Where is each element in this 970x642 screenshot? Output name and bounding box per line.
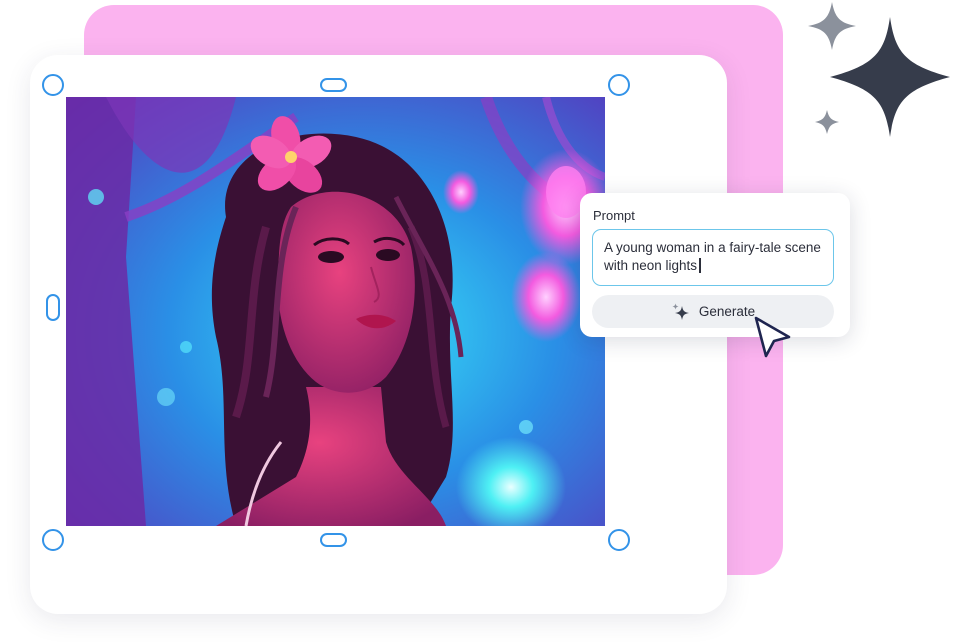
prompt-input-text: A young woman in a fairy-tale scene with…: [604, 240, 821, 273]
sparkles-decoration: [808, 2, 950, 137]
text-caret: [699, 258, 701, 273]
resize-handle-bottom[interactable]: [320, 533, 347, 547]
resize-handle-top[interactable]: [320, 78, 347, 92]
generate-button[interactable]: Generate: [592, 295, 834, 328]
sparkle-icon: [672, 303, 689, 320]
prompt-input[interactable]: A young woman in a fairy-tale scene with…: [592, 229, 834, 286]
generated-image-illustration: [66, 97, 605, 526]
sparkle-icon: [808, 2, 856, 50]
sparkle-icon: [815, 110, 839, 134]
prompt-label: Prompt: [593, 208, 635, 223]
prompt-panel: Prompt A young woman in a fairy-tale sce…: [580, 193, 850, 337]
generated-image[interactable]: [66, 97, 605, 526]
resize-handle-bottom-right[interactable]: [608, 529, 630, 551]
generate-button-label: Generate: [698, 304, 756, 319]
sparkle-icon: [830, 17, 950, 137]
resize-handle-left[interactable]: [46, 294, 60, 321]
resize-handle-bottom-left[interactable]: [42, 529, 64, 551]
resize-handle-top-right[interactable]: [608, 74, 630, 96]
resize-handle-top-left[interactable]: [42, 74, 64, 96]
mouse-pointer-icon: [754, 316, 791, 358]
